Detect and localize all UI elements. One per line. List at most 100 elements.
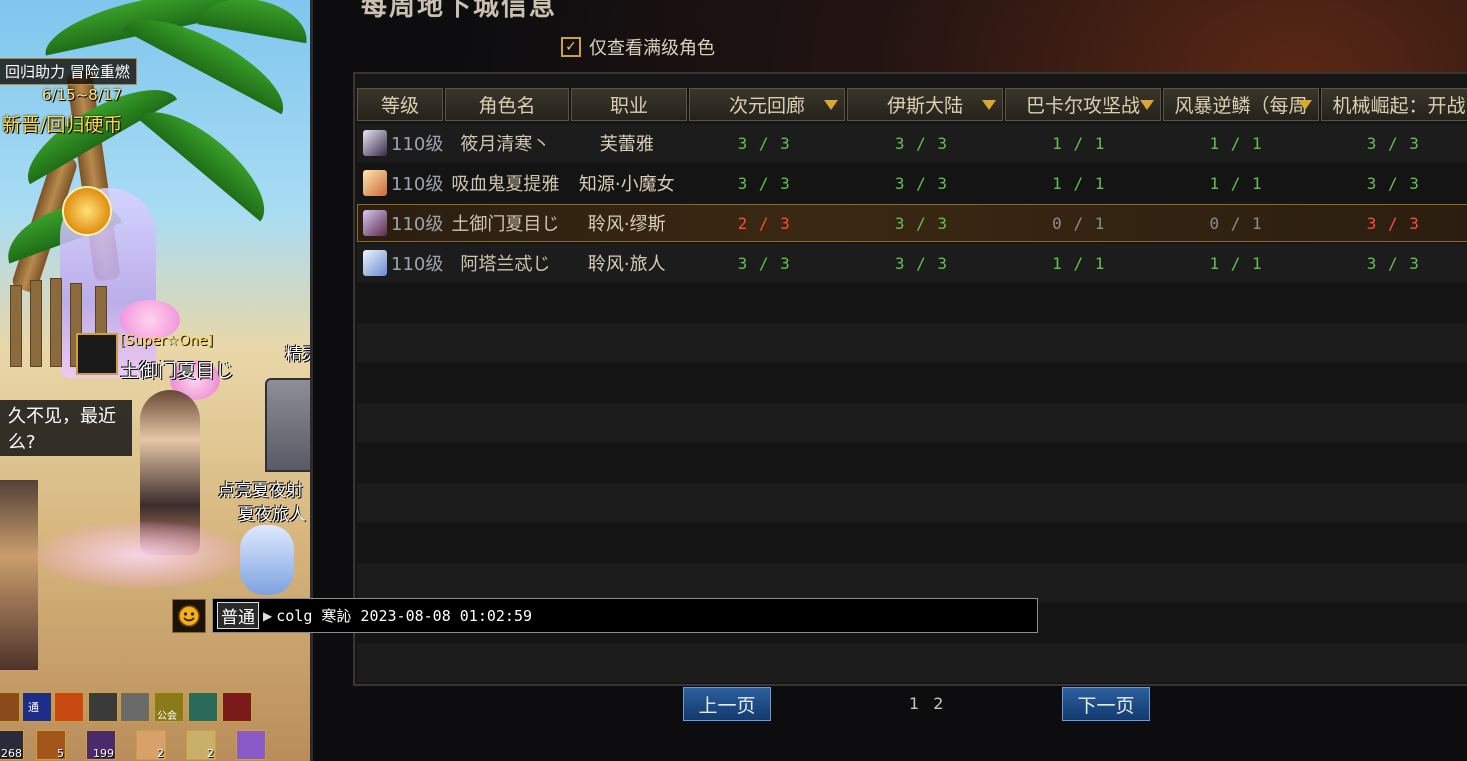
table-row-selected[interactable]: 110级 土御门夏目じ 聆风·缪斯 2 / 3 3 / 3 0 / 1 0 / … xyxy=(357,204,1467,242)
game-scene: 回归助力 冒险重燃 6/15~8/17 新晋/回归硬币 [Super☆One] … xyxy=(0,0,310,761)
dungeon-progress: 3 / 3 xyxy=(894,173,949,193)
column-header-label: 风暴逆鳞（每周 xyxy=(1174,95,1308,117)
hotbar-slot[interactable]: 通 xyxy=(22,692,52,722)
weekly-dungeon-panel: 每周地下城信息 ✓ 仅查看满级角色 等级 角色名 职业 次元回廊 伊斯大陆 巴卡… xyxy=(310,0,1467,761)
prev-page-button[interactable]: 上一页 xyxy=(683,687,771,721)
name-cell: 阿塔兰忒じ xyxy=(460,254,551,275)
level-cell: 110级 xyxy=(357,250,443,276)
other-character[interactable] xyxy=(0,480,38,670)
dungeon-progress: 2 / 3 xyxy=(737,213,791,233)
fence-post xyxy=(50,278,62,367)
column-header-label: 次元回廊 xyxy=(728,95,805,117)
column-header-name[interactable]: 角色名 xyxy=(445,88,569,121)
checkbox-check-icon[interactable]: ✓ xyxy=(561,37,581,57)
page-numbers: 1 2 xyxy=(909,694,943,713)
level-cell: 110级 xyxy=(357,130,443,156)
dungeon-progress: 0 / 1 xyxy=(1209,213,1263,233)
chat-channel-selector[interactable]: 普通 xyxy=(217,602,259,629)
column-header-label: 职业 xyxy=(609,95,648,117)
table-row[interactable]: 110级 阿塔兰忒じ 聆风·旅人 3 / 3 3 / 3 1 / 1 1 / 1… xyxy=(357,244,1467,282)
palm-leaf xyxy=(137,92,283,222)
hotbar-slot[interactable] xyxy=(222,692,252,722)
sort-dropdown-icon[interactable] xyxy=(982,100,996,110)
dungeon-progress: 1 / 1 xyxy=(1209,133,1263,153)
column-header-job[interactable]: 职业 xyxy=(571,88,687,121)
sort-dropdown-icon[interactable] xyxy=(1298,100,1312,110)
player-guild: [Super☆One] xyxy=(120,333,213,349)
chat-bubble-line-1: 久不见，最近 xyxy=(8,406,116,427)
hotbar-slot[interactable] xyxy=(120,692,150,722)
level-text: 110级 xyxy=(391,134,443,155)
hotbar-slot[interactable] xyxy=(88,692,118,722)
event-dates: 6/15~8/17 xyxy=(42,86,122,104)
sort-dropdown-icon[interactable] xyxy=(824,100,838,110)
circle-glow-effect xyxy=(30,520,250,590)
item-slot[interactable] xyxy=(236,730,266,760)
empty-row xyxy=(357,284,1467,322)
column-header-dungeon-3[interactable]: 巴卡尔攻坚战 xyxy=(1005,88,1161,121)
dungeon-progress: 3 / 3 xyxy=(1366,253,1420,273)
player-name: 土御门夏目じ xyxy=(120,360,235,382)
table-header: 等级 角色名 职业 次元回廊 伊斯大陆 巴卡尔攻坚战 风暴逆鳞（每周 机械崛起：… xyxy=(357,88,1467,121)
item-slot[interactable]: 199 xyxy=(86,730,116,760)
empty-row xyxy=(357,324,1467,362)
item-slot[interactable]: 5 xyxy=(36,730,66,760)
event-banner[interactable]: 回归助力 冒险重燃 xyxy=(0,58,137,85)
gold-coin-icon[interactable] xyxy=(62,186,112,236)
job-cell: 聆风·旅人 xyxy=(587,254,666,275)
job-cell: 聆风·缪斯 xyxy=(587,214,666,235)
item-count: 2 xyxy=(157,747,164,760)
character-avatar-icon xyxy=(363,210,387,236)
guild-emblem-icon xyxy=(76,333,118,375)
npc-name-2[interactable]: 夏夜旅人 xyxy=(238,500,306,525)
table-row[interactable]: 110级 筱月清寒丶 芙蕾雅 3 / 3 3 / 3 1 / 1 1 / 1 3… xyxy=(357,124,1467,162)
full-level-filter[interactable]: ✓ 仅查看满级角色 xyxy=(561,34,715,60)
dungeon-progress: 3 / 3 xyxy=(894,213,949,233)
dungeon-progress: 3 / 3 xyxy=(1366,213,1420,233)
hotbar-slot[interactable] xyxy=(54,692,84,722)
treasure-chest[interactable] xyxy=(265,378,310,472)
chat-input-bar: 普通 ▶ colg 寒訫 2023-08-08 01:02:59 xyxy=(172,598,1038,633)
emoji-icon[interactable] xyxy=(172,598,206,633)
event-banner-title: 回归助力 冒险重燃 xyxy=(5,63,130,81)
empty-row xyxy=(357,484,1467,522)
page-number[interactable]: 2 xyxy=(933,694,943,713)
level-text: 110级 xyxy=(391,214,443,235)
column-header-dungeon-1[interactable]: 次元回廊 xyxy=(689,88,845,121)
item-count: 2 xyxy=(207,747,214,760)
npc-name-top[interactable]: 精灵 xyxy=(285,340,310,365)
level-text: 110级 xyxy=(391,254,443,275)
smiley-face-icon xyxy=(178,604,200,627)
dungeon-progress: 1 / 1 xyxy=(1052,133,1106,153)
sort-dropdown-icon[interactable] xyxy=(1140,100,1154,110)
chat-input-field[interactable]: 普通 ▶ colg 寒訫 2023-08-08 01:02:59 xyxy=(212,598,1038,633)
empty-row xyxy=(357,364,1467,402)
chat-bubble-line-2: 么? xyxy=(8,432,36,453)
channel-arrow-icon[interactable]: ▶ xyxy=(263,609,272,623)
column-header-label: 机械崛起：开战 xyxy=(1332,95,1466,117)
column-header-label: 巴卡尔攻坚战 xyxy=(1025,95,1140,117)
filter-label: 仅查看满级角色 xyxy=(589,38,715,59)
item-slot[interactable]: 268 xyxy=(0,730,24,760)
item-slot[interactable]: 2 xyxy=(136,730,166,760)
table-row[interactable]: 110级 吸血鬼夏提雅 知源·小魔女 3 / 3 3 / 3 1 / 1 1 /… xyxy=(357,164,1467,202)
dungeon-table: 等级 角色名 职业 次元回廊 伊斯大陆 巴卡尔攻坚战 风暴逆鳞（每周 机械崛起：… xyxy=(353,72,1467,686)
column-header-dungeon-2[interactable]: 伊斯大陆 xyxy=(847,88,1003,121)
character-avatar-icon xyxy=(363,130,387,156)
column-header-dungeon-5[interactable]: 机械崛起：开战 xyxy=(1321,88,1467,121)
npc-name-1[interactable]: 点亮夏夜射 xyxy=(218,476,303,501)
dungeon-progress: 1 / 1 xyxy=(1209,173,1263,193)
hotbar-slot[interactable] xyxy=(0,692,20,722)
column-header-dungeon-4[interactable]: 风暴逆鳞（每周 xyxy=(1163,88,1319,121)
name-cell: 土御门夏目じ xyxy=(451,214,560,235)
hotbar-slot[interactable] xyxy=(188,692,218,722)
hotbar-slot[interactable]: 公会 xyxy=(154,692,184,722)
dungeon-progress: 3 / 3 xyxy=(737,133,791,153)
level-text: 110级 xyxy=(391,174,443,195)
fence-post xyxy=(10,285,22,367)
next-page-button[interactable]: 下一页 xyxy=(1062,687,1150,721)
item-slot[interactable]: 2 xyxy=(186,730,216,760)
column-header-level[interactable]: 等级 xyxy=(357,88,443,121)
page-number[interactable]: 1 xyxy=(909,694,919,713)
name-cell: 吸血鬼夏提雅 xyxy=(451,174,560,195)
